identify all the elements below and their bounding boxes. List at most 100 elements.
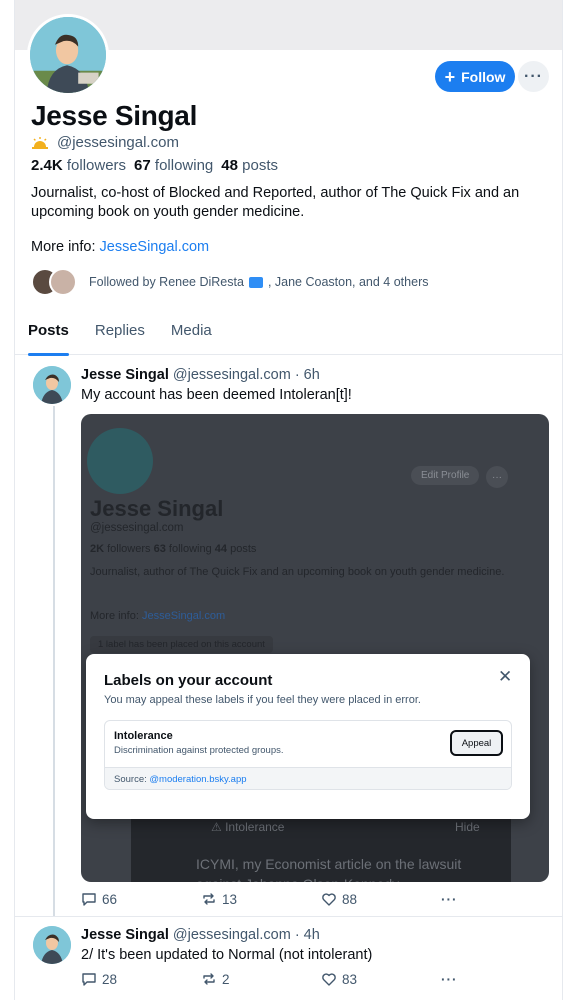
verified-badge-icon: [248, 276, 263, 288]
embed-label-chip: 1 label has been placed on this account: [90, 636, 273, 653]
post-handle[interactable]: @jessesingal.com: [173, 927, 291, 943]
label-source: Source: @moderation.bsky.app: [105, 767, 511, 789]
close-icon: ✕: [498, 667, 513, 686]
reply-button[interactable]: 66: [81, 891, 201, 907]
plus-icon: +: [444, 66, 456, 87]
labels-dialog: Labels on your account ✕ You may appeal …: [86, 654, 530, 819]
embed-posts-count: 44: [214, 543, 228, 555]
more-info-label: More info:: [31, 239, 96, 255]
embed-warning: ⚠ Intolerance: [211, 820, 285, 834]
dialog-title: Labels on your account: [104, 672, 273, 689]
followed-by-suffix: , Jane Coaston, and 4 others: [267, 275, 429, 289]
post-avatar[interactable]: [33, 926, 71, 964]
appeal-button: Appeal: [450, 730, 503, 756]
sun-icon: [32, 136, 48, 149]
embed-handle: @jessesingal.com: [90, 522, 184, 534]
post-author[interactable]: Jesse Singal: [81, 367, 169, 383]
embed-ellipsis-icon: ···: [486, 466, 508, 488]
followers-count: 2.4K: [31, 157, 63, 174]
post-text: My account has been deemed Intoleran[t]!: [81, 387, 352, 403]
post-handle[interactable]: @jessesingal.com: [173, 367, 291, 383]
embed-warning-label: Intolerance: [225, 820, 285, 834]
dialog-subtitle: You may appeal these labels if you feel …: [104, 694, 421, 706]
post-more-button[interactable]: ···: [441, 891, 481, 907]
embed-followers-count: 2K: [90, 543, 105, 555]
like-count: 88: [342, 891, 358, 907]
heart-icon: [322, 893, 336, 906]
embed-edit-profile: Edit Profile: [411, 466, 480, 485]
feed-post[interactable]: Jesse Singal @jessesingal.com · 6h My ac…: [15, 356, 562, 916]
profile-name: Jesse Singal: [31, 100, 198, 131]
ellipsis-icon: ···: [441, 891, 458, 907]
label-source-link: @moderation.bsky.app: [149, 774, 247, 785]
followers-stat[interactable]: 2.4K followers: [31, 157, 126, 174]
embed-name: Jesse Singal: [90, 496, 224, 521]
post-avatar[interactable]: [33, 366, 71, 404]
followed-by-row[interactable]: Followed by Renee DiResta , Jane Coaston…: [31, 268, 428, 296]
profile-handle: @jessesingal.com: [57, 134, 179, 151]
like-button[interactable]: 88: [321, 891, 441, 907]
like-count: 83: [342, 971, 358, 987]
profile-page: + Follow ··· Jesse Singal @jessesingal.c…: [14, 0, 563, 1000]
repost-count: 13: [222, 891, 238, 907]
embed-avatar: [87, 428, 153, 494]
website-link[interactable]: JesseSingal.com: [100, 239, 210, 255]
repost-button[interactable]: 13: [201, 891, 321, 907]
following-count: 67: [134, 157, 151, 174]
tab-posts[interactable]: Posts: [15, 320, 82, 356]
profile-bio: Journalist, co-host of Blocked and Repor…: [31, 185, 520, 220]
label-card: Intolerance Discrimination against prote…: [104, 720, 512, 790]
reply-icon: [82, 893, 96, 906]
post-header: Jesse Singal @jessesingal.com · 6h: [81, 367, 320, 383]
posts-label: posts: [242, 157, 278, 174]
repost-count: 2: [222, 971, 230, 987]
more-info: More info: JesseSingal.com: [31, 239, 209, 255]
tab-media[interactable]: Media: [158, 320, 225, 355]
reply-count: 28: [102, 971, 118, 987]
post-more-button[interactable]: ···: [441, 971, 481, 987]
repost-icon: [203, 973, 215, 985]
label-description: Discrimination against protected groups.: [114, 745, 284, 756]
embed-more-info: More info: JesseSingal.com: [90, 610, 225, 622]
embed-bio: Journalist, author of The Quick Fix and …: [90, 566, 505, 578]
repost-button[interactable]: 2: [201, 971, 321, 987]
post-time[interactable]: · 6h: [295, 367, 320, 383]
heart-icon: [322, 973, 336, 986]
follower-avatar: [49, 268, 77, 296]
post-image[interactable]: Edit Profile ··· Jesse Singal @jessesing…: [81, 414, 549, 882]
tab-replies[interactable]: Replies: [82, 320, 158, 355]
posts-count: 48: [221, 157, 238, 174]
label-source-prefix: Source:: [114, 774, 147, 785]
posts-stat: 48 posts: [221, 157, 278, 174]
reply-icon: [82, 973, 96, 986]
embed-posts-label: posts: [230, 543, 257, 555]
repost-icon: [203, 893, 215, 905]
ellipsis-icon: ···: [524, 67, 543, 85]
post-actions: 28 2 83 ···: [81, 971, 481, 987]
embed-hide: Hide: [455, 820, 480, 834]
reply-count: 66: [102, 891, 118, 907]
following-label: following: [154, 157, 214, 174]
profile-stats: 2.4K followers 67 following 48 posts: [31, 157, 278, 174]
embed-more-info-label: More info:: [90, 610, 139, 622]
follow-button[interactable]: + Follow: [435, 61, 515, 92]
followed-by-prefix: Followed by Renee DiResta: [89, 275, 244, 289]
post-header: Jesse Singal @jessesingal.com · 4h: [81, 927, 320, 943]
post-time[interactable]: · 4h: [295, 927, 320, 943]
profile-handle-row: @jessesingal.com: [31, 134, 179, 151]
post-author[interactable]: Jesse Singal: [81, 927, 169, 943]
embed-post-text: ICYMI, my Economist article on the lawsu…: [196, 856, 462, 882]
following-stat[interactable]: 67 following: [134, 157, 213, 174]
ellipsis-icon: ···: [441, 971, 458, 987]
feed-post[interactable]: Jesse Singal @jessesingal.com · 4h 2/ It…: [15, 916, 562, 1000]
embed-following-label: following: [168, 543, 212, 555]
label-name: Intolerance: [114, 730, 173, 742]
like-button[interactable]: 83: [321, 971, 441, 987]
follow-label: Follow: [461, 68, 506, 85]
profile-tabs: Posts Replies Media: [15, 320, 562, 356]
post-text: 2/ It's been updated to Normal (not into…: [81, 947, 373, 963]
more-options-button[interactable]: ···: [518, 61, 549, 92]
embed-stats: 2K followers 63 following 44 posts: [90, 543, 256, 555]
profile-avatar[interactable]: [27, 14, 109, 96]
reply-button[interactable]: 28: [81, 971, 201, 987]
